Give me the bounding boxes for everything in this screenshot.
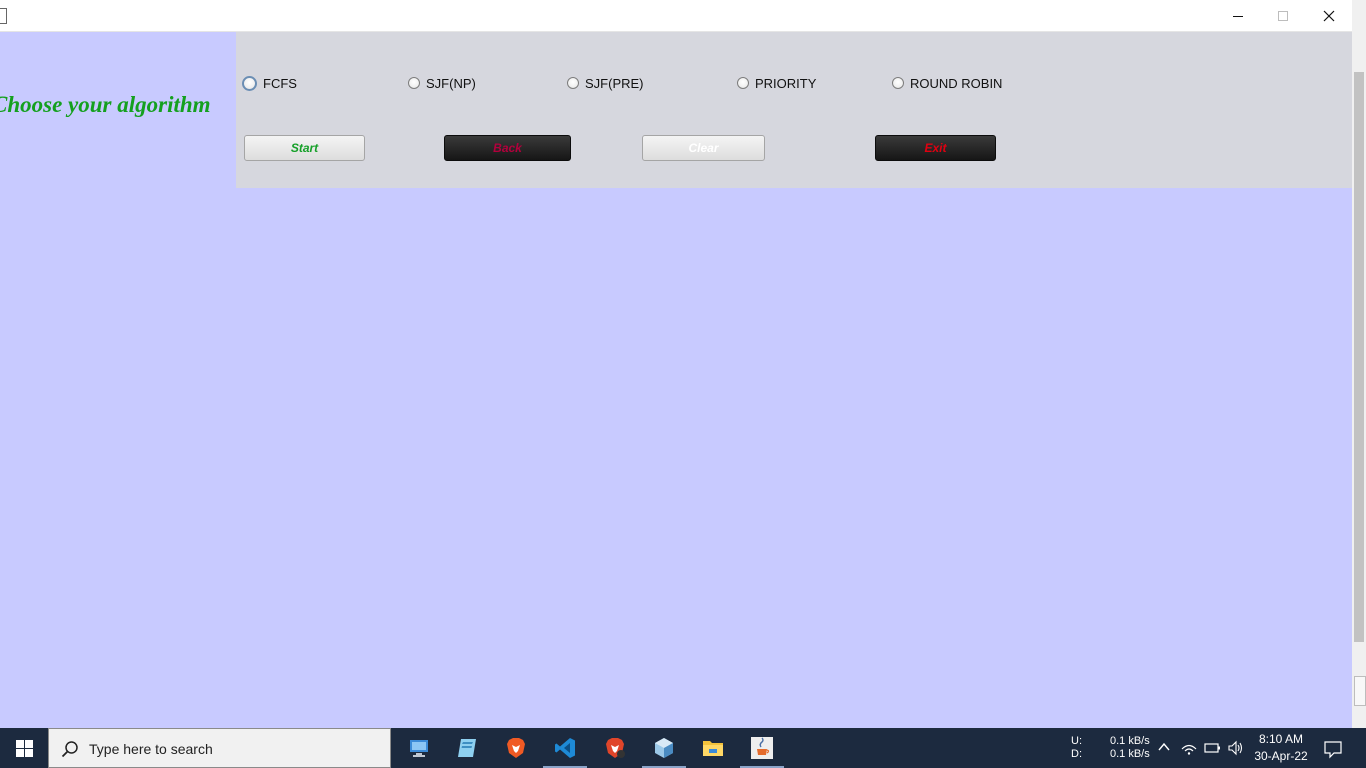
search-placeholder: Type here to search: [89, 741, 213, 757]
chevron-up-icon[interactable]: [1157, 740, 1171, 754]
download-speed: 0.1 kB/s: [1110, 748, 1150, 760]
this-pc-icon: [410, 740, 428, 757]
notification-icon[interactable]: [1323, 739, 1343, 759]
radio-sjf-np[interactable]: SJF(NP): [408, 75, 476, 91]
taskbar-vscode[interactable]: [543, 732, 587, 768]
radio-label: FCFS: [263, 75, 297, 91]
taskbar-brave[interactable]: [500, 732, 532, 764]
radio-priority[interactable]: PRIORITY: [737, 75, 816, 91]
clock-date: 30-Apr-22: [1254, 749, 1308, 763]
exit-button[interactable]: Exit: [875, 135, 996, 161]
radio-button-icon[interactable]: [242, 75, 257, 91]
title-bar[interactable]: [0, 0, 1352, 32]
radio-label: ROUND ROBIN: [910, 75, 1003, 91]
back-button[interactable]: Back: [444, 135, 571, 161]
notepad-icon: [458, 739, 476, 757]
taskbar-notepad[interactable]: [451, 732, 483, 764]
close-button[interactable]: [1306, 0, 1352, 31]
radio-sjf-pre[interactable]: SJF(PRE): [567, 75, 644, 91]
vscode-icon: [555, 738, 575, 758]
radio-button-icon[interactable]: [408, 77, 420, 89]
upload-label: U:: [1071, 735, 1082, 747]
taskbar-this-pc[interactable]: [403, 732, 435, 764]
brave-icon: [507, 738, 525, 758]
page-heading: Choose your algorithm: [0, 92, 211, 117]
radio-round-robin[interactable]: ROUND ROBIN: [892, 75, 1002, 91]
network-speed-labels: U: D:: [1071, 735, 1082, 761]
background-window-edge: [1354, 676, 1366, 706]
java-icon: [751, 737, 773, 759]
radio-button-icon[interactable]: [567, 77, 579, 89]
virtualbox-icon: [655, 738, 673, 758]
start-button[interactable]: [0, 728, 48, 768]
taskbar-file-explorer[interactable]: [697, 732, 729, 764]
network-speed-values: 0.1 kB/s 0.1 kB/s: [1110, 735, 1150, 761]
windows-icon: [15, 739, 33, 757]
scrollbar-thumb[interactable]: [1354, 72, 1364, 642]
taskbar-clock[interactable]: 8:10 AM 30-Apr-22: [1252, 731, 1310, 765]
taskbar-virtualbox[interactable]: [642, 732, 686, 768]
left-panel: Choose your algorithm: [0, 32, 236, 188]
search-icon: [61, 741, 78, 758]
radio-label: SJF(PRE): [585, 75, 644, 91]
file-explorer-icon: [703, 741, 723, 756]
battery-icon[interactable]: [1203, 740, 1221, 756]
minimize-button[interactable]: [1215, 0, 1261, 31]
brave-beta-icon: [606, 738, 625, 758]
close-icon: [1323, 10, 1335, 21]
algorithm-panel: FCFS SJF(NP) SJF(PRE) PRIORITY ROUND ROB…: [236, 32, 1352, 188]
taskbar: Type here to search U: D: 0.1 kB/s 0.1 k…: [0, 728, 1366, 768]
maximize-button[interactable]: [1260, 0, 1306, 31]
taskbar-java[interactable]: [740, 732, 784, 768]
download-label: D:: [1071, 748, 1082, 760]
maximize-icon: [1278, 10, 1288, 21]
minimize-icon: [1233, 15, 1243, 17]
taskbar-brave-beta[interactable]: [599, 732, 631, 764]
app-icon: [0, 8, 7, 24]
taskbar-search[interactable]: Type here to search: [48, 728, 391, 768]
wifi-icon[interactable]: [1181, 740, 1197, 756]
upload-speed: 0.1 kB/s: [1110, 735, 1150, 747]
radio-button-icon[interactable]: [892, 77, 904, 89]
start-button[interactable]: Start: [244, 135, 365, 161]
app-window: Choose your algorithm FCFS SJF(NP) SJF(P…: [0, 0, 1352, 728]
clear-button[interactable]: Clear: [642, 135, 765, 161]
radio-label: PRIORITY: [755, 75, 817, 91]
clock-time: 8:10 AM: [1258, 732, 1304, 746]
volume-icon[interactable]: [1227, 740, 1243, 756]
radio-label: SJF(NP): [426, 75, 476, 91]
radio-button-icon[interactable]: [737, 77, 749, 89]
radio-fcfs[interactable]: FCFS: [242, 75, 297, 91]
